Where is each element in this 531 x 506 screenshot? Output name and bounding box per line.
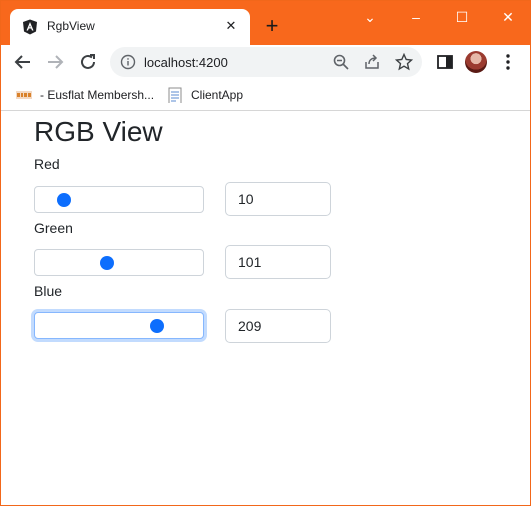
page-title: RGB View bbox=[34, 116, 163, 147]
bookmark-eusflat[interactable]: - Eusflat Membersh... bbox=[16, 86, 154, 104]
title-bar: RgbView ✕ + ⌄ – ☐ ✕ bbox=[1, 1, 530, 45]
bookmark-clientapp[interactable]: ClientApp bbox=[167, 86, 243, 104]
bookmark-star-icon[interactable] bbox=[394, 52, 414, 71]
forward-arrow-icon[interactable] bbox=[42, 49, 68, 75]
eusflat-favicon bbox=[16, 91, 32, 99]
blue-value-input[interactable] bbox=[225, 309, 331, 343]
red-slider-thumb[interactable] bbox=[56, 193, 71, 207]
red-slider[interactable] bbox=[34, 186, 204, 213]
minimize-button[interactable]: – bbox=[394, 1, 438, 33]
tab-search-dropdown-icon[interactable]: ⌄ bbox=[348, 1, 392, 33]
address-bar[interactable]: localhost:4200 bbox=[110, 47, 422, 77]
menu-kebab-icon[interactable] bbox=[497, 51, 519, 73]
green-slider[interactable] bbox=[34, 249, 204, 276]
tab-title: RgbView bbox=[47, 19, 95, 33]
green-value-input[interactable] bbox=[225, 245, 331, 279]
profile-avatar[interactable] bbox=[465, 51, 487, 73]
close-tab-icon[interactable]: ✕ bbox=[220, 15, 242, 37]
green-label: Green bbox=[34, 220, 73, 236]
navigation-toolbar: localhost:4200 bbox=[1, 45, 530, 80]
blue-label: Blue bbox=[34, 283, 63, 299]
bookmarks-bar: - Eusflat Membersh... ClientApp bbox=[1, 80, 530, 111]
reload-icon[interactable] bbox=[75, 49, 101, 75]
url-text[interactable]: localhost:4200 bbox=[144, 55, 228, 70]
bookmark-label: ClientApp bbox=[191, 88, 244, 102]
new-tab-button[interactable]: + bbox=[259, 13, 285, 39]
angular-icon bbox=[23, 19, 37, 35]
site-info-icon[interactable] bbox=[120, 54, 136, 70]
page-content: RGB View Red Green Blue bbox=[1, 112, 530, 505]
document-icon bbox=[168, 87, 182, 103]
green-slider-thumb[interactable] bbox=[100, 256, 114, 270]
maximize-button[interactable]: ☐ bbox=[440, 1, 484, 33]
zoom-icon[interactable] bbox=[332, 53, 350, 71]
close-window-button[interactable]: ✕ bbox=[486, 1, 530, 33]
back-arrow-icon[interactable] bbox=[10, 49, 36, 75]
blue-slider[interactable] bbox=[34, 312, 204, 339]
side-panel-icon[interactable] bbox=[434, 51, 456, 73]
red-value-input[interactable] bbox=[225, 182, 331, 216]
bookmark-label: - Eusflat Membersh... bbox=[40, 88, 155, 102]
red-label: Red bbox=[34, 156, 60, 172]
blue-slider-thumb[interactable] bbox=[150, 319, 165, 333]
share-icon[interactable] bbox=[363, 53, 381, 71]
browser-window: RgbView ✕ + ⌄ – ☐ ✕ localhost:4200 - Eus… bbox=[0, 0, 531, 506]
tab-rgbview[interactable]: RgbView ✕ bbox=[10, 9, 250, 45]
